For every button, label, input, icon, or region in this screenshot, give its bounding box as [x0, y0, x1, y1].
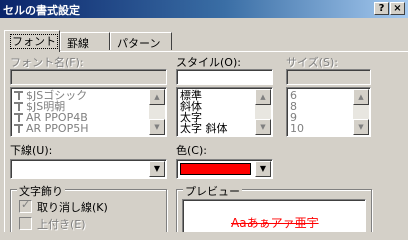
style-input[interactable] [176, 69, 273, 85]
list-item[interactable]: 10 [290, 123, 304, 134]
title-bar: セルの書式設定 ? × [0, 0, 408, 18]
style-list-scrollbar[interactable]: ▲ ▼ [255, 89, 271, 135]
help-button[interactable]: ? [374, 2, 389, 15]
style-label: スタイル(O): [176, 56, 241, 69]
list-item[interactable]: AR PPOP5H [14, 123, 89, 134]
checkmark-icon: ✓ [21, 198, 31, 211]
effects-group: 文字飾り ✓ 取り消し線(K) 上付き(E) [10, 183, 167, 232]
close-button[interactable]: × [390, 2, 405, 15]
underline-label: 下線(U): [10, 144, 53, 157]
tab-font-label: フォント [10, 34, 58, 49]
scroll-up-icon[interactable]: ▲ [255, 89, 271, 105]
size-input[interactable] [286, 69, 371, 85]
color-dropdown[interactable]: ▼ [176, 159, 273, 179]
font-name-label: フォント名(F): [10, 56, 84, 69]
scroll-down-icon[interactable]: ▼ [255, 119, 271, 135]
tab-pattern[interactable]: パターン [110, 32, 172, 50]
superscript-label: 上付き(E) [37, 218, 86, 231]
underline-dropdown[interactable]: ▼ [10, 159, 167, 179]
superscript-checkbox[interactable] [19, 217, 32, 230]
preview-box: Aaあぁアァ亜宇 [182, 199, 366, 232]
preview-sample-text: Aaあぁアァ亜宇 [231, 216, 319, 230]
strikethrough-checkbox[interactable]: ✓ [19, 198, 32, 213]
tab-font[interactable]: フォント [4, 30, 60, 52]
color-label: 色(C): [176, 144, 207, 157]
scroll-down-icon[interactable]: ▼ [353, 119, 369, 135]
style-list[interactable]: 標準 斜体 太字 太字 斜体 ▲ ▼ [176, 87, 273, 137]
truetype-font-icon [14, 124, 23, 133]
font-name-input[interactable] [10, 69, 167, 85]
tab-border[interactable]: 罫線 [60, 32, 110, 50]
font-name-list[interactable]: $JSゴシック $JS明朝 AR PPOP4B AR PPOP5H ▲ ▼ [10, 87, 167, 137]
font-list-scrollbar[interactable]: ▲ ▼ [149, 89, 165, 135]
format-cells-dialog: セルの書式設定 ? × フォント 罫線 パターン フォント名(F): $JSゴシ… [0, 0, 408, 232]
tab-border-label: 罫線 [67, 37, 89, 50]
chevron-down-icon[interactable]: ▼ [255, 161, 271, 177]
preview-group-title: プレビュー [183, 183, 242, 199]
window-title: セルの書式設定 [3, 4, 80, 17]
truetype-font-icon [14, 102, 23, 111]
scroll-up-icon[interactable]: ▲ [149, 89, 165, 105]
size-list[interactable]: 6 8 9 10 ▲ ▼ [286, 87, 371, 137]
list-item[interactable]: 太字 斜体 [180, 123, 228, 134]
truetype-font-icon [14, 91, 23, 100]
tab-pattern-label: パターン [117, 37, 161, 50]
scroll-up-icon[interactable]: ▲ [353, 89, 369, 105]
strikethrough-label: 取り消し線(K) [37, 201, 108, 214]
color-swatch [180, 163, 251, 175]
scroll-down-icon[interactable]: ▼ [149, 119, 165, 135]
truetype-font-icon [14, 113, 23, 122]
preview-group: プレビュー Aaあぁアァ亜宇 [176, 183, 372, 232]
size-list-scrollbar[interactable]: ▲ ▼ [353, 89, 369, 135]
size-label: サイズ(S): [286, 56, 338, 69]
effects-group-title: 文字飾り [17, 183, 65, 199]
chevron-down-icon[interactable]: ▼ [149, 161, 165, 177]
